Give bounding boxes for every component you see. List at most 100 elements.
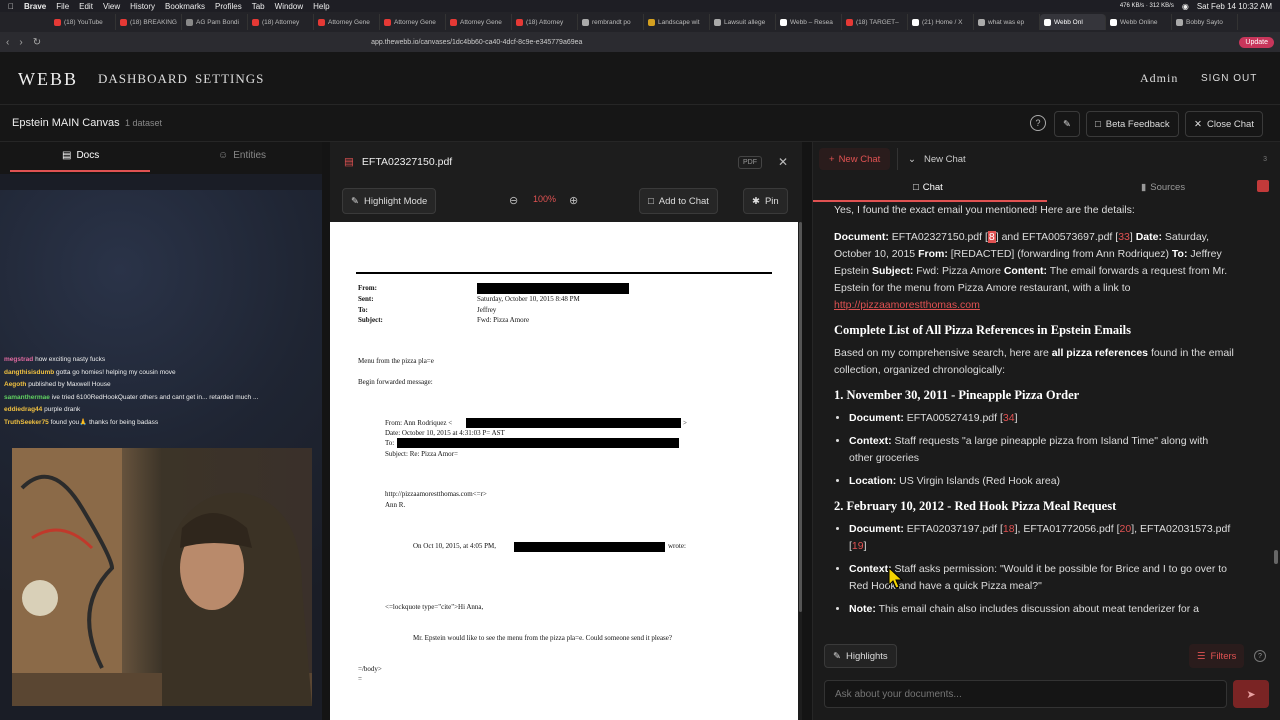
fwd-sign: Ann R.	[385, 501, 406, 509]
admin-link[interactable]: Admin	[1140, 71, 1178, 86]
back-icon[interactable]: ‹	[6, 37, 9, 48]
browser-tab-label: Bobby Sayto	[1186, 18, 1223, 26]
text: [REDACTED] (forwarding from Ann Rodrique…	[950, 248, 1169, 260]
browser-tab[interactable]: (18) YouTube	[50, 14, 116, 30]
send-button[interactable]: ➤	[1233, 680, 1269, 708]
help-icon[interactable]: ?	[1030, 115, 1046, 131]
pdf-scrollbar[interactable]	[799, 222, 802, 612]
chat-message-text: ive tried 6100RedHookQuater others and c…	[51, 393, 259, 401]
app-name[interactable]: Brave	[24, 2, 46, 11]
chat-scrollbar[interactable]	[1274, 550, 1278, 564]
list-item: Note: This email chain also includes dis…	[849, 601, 1234, 618]
sign-out-button[interactable]: SIGN OUT	[1201, 73, 1257, 84]
citation-link[interactable]: 18	[1003, 523, 1015, 535]
chat-bubble-icon: □	[913, 182, 919, 193]
tab-favicon-icon	[384, 18, 391, 26]
menu-window[interactable]: Window	[275, 2, 303, 11]
nav-dashboard[interactable]: DASHBOARD	[98, 71, 188, 87]
browser-tab[interactable]: what was ep	[974, 14, 1040, 30]
update-button[interactable]: Update	[1239, 36, 1274, 48]
menu-edit[interactable]: Edit	[79, 2, 93, 11]
tab-chat[interactable]: □ Chat	[913, 182, 943, 193]
browser-tab[interactable]: Attorney Gene	[446, 14, 512, 30]
citation-link[interactable]: 20	[1120, 523, 1132, 535]
chat-plus-icon: □	[648, 195, 654, 207]
menu-bookmarks[interactable]: Bookmarks	[165, 2, 205, 11]
reload-icon[interactable]: ↻	[33, 37, 41, 48]
tab-docs[interactable]: ▤ Docs	[62, 150, 99, 161]
menu-help[interactable]: Help	[313, 2, 329, 11]
browser-tab[interactable]: Attorney Gene	[314, 14, 380, 30]
apple-icon[interactable]: 	[8, 2, 14, 11]
document-icon: ▤	[62, 150, 72, 161]
browser-tab[interactable]: Lawsuit allege	[710, 14, 776, 30]
beta-feedback-button[interactable]: □ Beta Feedback	[1086, 111, 1179, 137]
left-tabs: ▤ Docs ☺ Entities	[0, 142, 322, 174]
browser-tab[interactable]: Webb Online	[1106, 14, 1172, 30]
nav-settings[interactable]: SETTINGS	[195, 71, 264, 87]
zoom-out-icon[interactable]: ⊖	[509, 194, 518, 207]
chat-input[interactable]	[824, 680, 1227, 708]
address-bar[interactable]: app.thewebb.io/canvases/1dc4bb60-ca40-4d…	[371, 39, 582, 46]
browser-tab[interactable]: Webb Onl	[1040, 14, 1106, 30]
tab-favicon-icon	[516, 18, 523, 26]
chat-scroll-area[interactable]: Yes, I found the exact email you mention…	[813, 202, 1280, 634]
browser-tab[interactable]: (18) Attorney	[512, 14, 578, 30]
menu-view[interactable]: View	[103, 2, 120, 11]
label: Location:	[849, 475, 897, 487]
browser-tab[interactable]: (18) Attorney	[248, 14, 314, 30]
dataset-count[interactable]: 1 dataset	[125, 118, 162, 128]
external-link[interactable]: http://pizzaamorestthomas.com	[834, 299, 980, 311]
fwd-to: To:	[385, 439, 395, 447]
tab-favicon-icon	[978, 18, 985, 26]
citation-link[interactable]: 34	[1003, 412, 1015, 424]
menu-profiles[interactable]: Profiles	[215, 2, 242, 11]
browser-tab-label: Lawsuit allege	[724, 18, 766, 26]
tab-sources[interactable]: ▮ Sources	[1141, 182, 1185, 193]
new-chat-button[interactable]: + New Chat	[819, 148, 891, 170]
forward-icon[interactable]: ›	[19, 37, 22, 48]
close-chat-label: Close Chat	[1206, 118, 1254, 130]
highlight-tool-button[interactable]: ✎	[1054, 111, 1080, 137]
menu-history[interactable]: History	[130, 2, 155, 11]
browser-tab[interactable]: Bobby Sayto	[1172, 14, 1238, 30]
zoom-in-icon[interactable]: ⊕	[569, 194, 578, 207]
browser-tab[interactable]: Webb – Resea	[776, 14, 842, 30]
chat-selector[interactable]: ⌄ New Chat 3	[897, 148, 1267, 170]
close-chat-button[interactable]: ✕ Close Chat	[1185, 111, 1263, 137]
add-to-chat-button[interactable]: □ Add to Chat	[639, 188, 718, 214]
highlight-mode-button[interactable]: ✎ Highlight Mode	[342, 188, 437, 214]
pin-button[interactable]: ✱ Pin	[743, 188, 788, 214]
browser-tab[interactable]: Attorney Gene	[380, 14, 446, 30]
browser-tab[interactable]: AG Pam Bondi	[182, 14, 248, 30]
browser-tab[interactable]: (18) BREAKING	[116, 14, 182, 30]
browser-tab[interactable]: rembrandt po	[578, 14, 644, 30]
citation-link[interactable]: 19	[852, 540, 864, 552]
close-pdf-icon[interactable]: ✕	[778, 155, 788, 169]
menu-tab[interactable]: Tab	[252, 2, 265, 11]
browser-tab-label: Attorney Gene	[460, 18, 502, 26]
menu-file[interactable]: File	[56, 2, 69, 11]
sources-badge-icon[interactable]	[1257, 180, 1269, 192]
logo[interactable]: WEBB	[18, 69, 78, 90]
browser-tab-strip: (18) YouTube (18) BREAKING AG Pam Bondi (18…	[0, 12, 1280, 32]
tab-favicon-icon	[648, 18, 655, 26]
browser-tab-label: Landscape wit	[658, 18, 700, 26]
citation-link[interactable]: 8	[987, 231, 996, 243]
clock[interactable]: Sat Feb 14 10:32 AM	[1197, 2, 1272, 11]
tab-favicon-icon	[1176, 18, 1183, 26]
filters-button[interactable]: ☰ Filters	[1189, 644, 1245, 668]
tab-entities[interactable]: ☺ Entities	[218, 150, 266, 161]
browser-tab[interactable]: Landscape wit	[644, 14, 710, 30]
chat-message-text: published by Maxwell House	[28, 381, 111, 388]
browser-tab[interactable]: (18) TARGET–	[842, 14, 908, 30]
filters-label: Filters	[1210, 650, 1237, 662]
citation-link[interactable]: 33	[1118, 231, 1130, 243]
label: Date:	[1135, 231, 1162, 243]
text: Fwd: Pizza Amore	[916, 265, 1001, 277]
highlights-button[interactable]: ✎ Highlights	[824, 644, 897, 668]
browser-tab[interactable]: (21) Home / X	[908, 14, 974, 30]
list-item: Location: US Virgin Islands (Red Hook ar…	[849, 473, 1234, 490]
help-icon[interactable]: ?	[1254, 650, 1266, 662]
wifi-icon[interactable]: ◉	[1182, 2, 1189, 11]
